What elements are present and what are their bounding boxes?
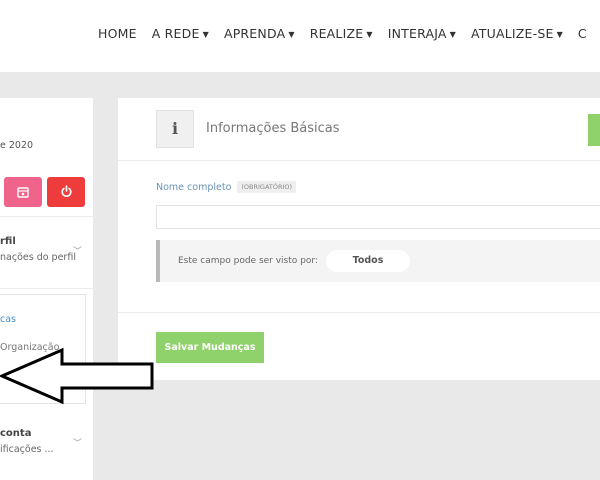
nav-item-aprenda[interactable]: APRENDA ▼ bbox=[224, 26, 295, 41]
sidebar-link-basic-info[interactable]: cas bbox=[0, 314, 16, 325]
visibility-setting: Este campo pode ser visto por: Todos bbox=[156, 240, 600, 282]
chevron-down-icon: ▼ bbox=[366, 30, 373, 39]
member-since-date: e 2020 bbox=[0, 140, 34, 151]
nav-item-home[interactable]: HOME bbox=[98, 26, 137, 41]
field-label-text: Nome completo bbox=[156, 182, 232, 193]
basic-info-card: i Informações Básicas Nome completo (OBRI… bbox=[118, 98, 600, 380]
full-name-input[interactable] bbox=[156, 205, 600, 229]
annotation-arrow-icon bbox=[0, 347, 154, 405]
sidebar-item-subtitle: nações do perfil bbox=[0, 252, 76, 263]
sidebar-item-subtitle: ificações ... bbox=[0, 444, 54, 455]
nav-item-interaja[interactable]: INTERAJA ▼ bbox=[388, 26, 456, 41]
sidebar-item-account[interactable]: conta ificações ... ﹀ bbox=[0, 418, 93, 474]
nav-item-label: INTERAJA bbox=[387, 26, 447, 41]
chevron-down-icon: ﹀ bbox=[73, 247, 83, 257]
nav-item-a-rede[interactable]: A REDE ▼ bbox=[152, 26, 209, 41]
nav-item-truncated[interactable]: C bbox=[578, 26, 587, 41]
chevron-down-icon: ﹀ bbox=[73, 439, 83, 449]
nav-item-realize[interactable]: REALIZE ▼ bbox=[310, 26, 373, 41]
save-changes-button[interactable]: Salvar Mudanças bbox=[156, 332, 264, 363]
info-icon: i bbox=[156, 110, 194, 148]
calendar-button[interactable] bbox=[4, 177, 42, 207]
chevron-down-icon: ▼ bbox=[556, 30, 563, 39]
sidebar-item-title: conta bbox=[0, 428, 32, 439]
nav-item-label: HOME bbox=[98, 26, 137, 41]
logout-button[interactable] bbox=[47, 177, 85, 207]
sidebar-item-title: rfil bbox=[0, 236, 16, 247]
card-title: Informações Básicas bbox=[206, 121, 340, 136]
header-action-button[interactable] bbox=[588, 114, 600, 146]
sidebar-action-buttons bbox=[0, 172, 93, 217]
visibility-select[interactable]: Todos bbox=[326, 250, 410, 272]
chevron-down-icon: ▼ bbox=[202, 30, 209, 39]
card-header: i Informações Básicas bbox=[118, 98, 600, 161]
sidebar-item-profile[interactable]: rfil nações do perfil ﹀ bbox=[0, 218, 93, 289]
nav-item-label: C bbox=[577, 26, 587, 41]
visibility-label: Este campo pode ser visto por: bbox=[178, 256, 318, 266]
chevron-down-icon: ▼ bbox=[288, 30, 295, 39]
chevron-down-icon: ▼ bbox=[449, 30, 456, 39]
nav-item-label: REALIZE bbox=[309, 26, 364, 41]
nav-item-atualize-se[interactable]: ATUALIZE-SE ▼ bbox=[471, 26, 563, 41]
nav-item-label: ATUALIZE-SE bbox=[470, 26, 554, 41]
top-navigation: HOME A REDE ▼ APRENDA ▼ REALIZE ▼ INTERAJA ▼ ATUA… bbox=[0, 0, 600, 72]
required-badge: (OBRIGATÓRIO) bbox=[237, 181, 297, 193]
divider bbox=[118, 312, 600, 313]
nav-item-label: APRENDA bbox=[223, 26, 286, 41]
nav-menu: HOME A REDE ▼ APRENDA ▼ REALIZE ▼ INTERAJA ▼ ATUA… bbox=[98, 26, 600, 41]
full-name-label: Nome completo (OBRIGATÓRIO) bbox=[156, 181, 297, 193]
nav-item-label: A REDE bbox=[151, 26, 200, 41]
calendar-icon bbox=[17, 187, 29, 198]
power-icon bbox=[60, 185, 72, 197]
